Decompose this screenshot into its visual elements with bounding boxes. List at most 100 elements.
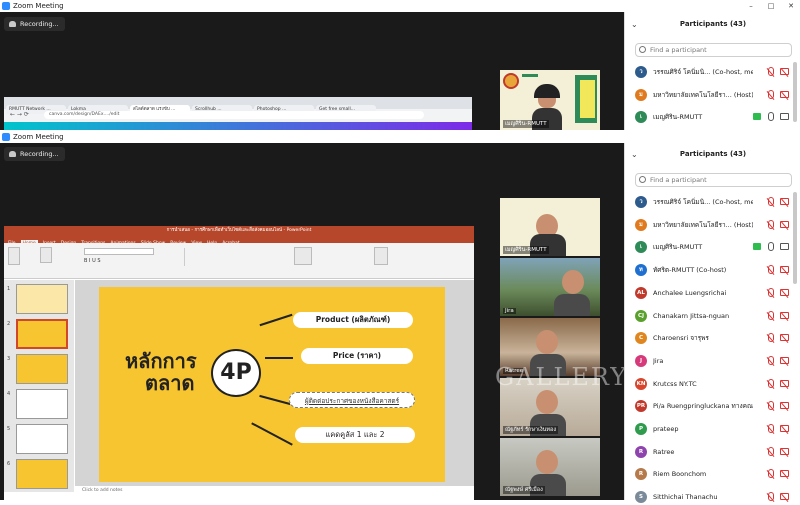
participant-row[interactable]: ม มหาวิทยาลัยเทคโนโลยีรา... (Host) (633, 217, 793, 233)
participant-avatar: เ (635, 111, 647, 124)
item-price[interactable]: Price (ราคา) (301, 348, 413, 364)
window-title: Zoom Meeting (13, 2, 64, 10)
slide-number: 1 (7, 286, 11, 292)
participant-avatar: CJ (635, 309, 647, 322)
participant-avatar: AL (635, 286, 647, 299)
participant-name: Riem Boonchom (653, 470, 707, 479)
participant-name: Ratree (653, 447, 675, 456)
video-on-icon[interactable] (753, 243, 761, 251)
mic-on-icon[interactable] (768, 242, 774, 252)
item-promotion[interactable]: แคดคูลัส 1 และ 2 (295, 427, 415, 443)
maximize-icon[interactable]: □ (762, 0, 780, 12)
search-placeholder-2: Find a participant (650, 176, 707, 184)
participant-avatar: KN (635, 377, 647, 390)
participant-row[interactable]: S Sitthichai Thanachu (633, 489, 793, 505)
arrow-price (265, 357, 293, 359)
participant-face (536, 450, 558, 474)
participant-row[interactable]: ม มหาวิทยาลัยเทคโนโลยีรา... (Host) (633, 87, 793, 103)
arrow-promotion (251, 422, 293, 446)
notes-placeholder[interactable]: Click to add notes (82, 488, 123, 493)
paragraph-group[interactable] (184, 248, 254, 266)
item-place-selected[interactable]: ผู้ติดต่อประกาศของหนังสือคาสตร์ (289, 392, 415, 408)
participant-row[interactable]: PR Pi/a Ruengpringluckana ทางคณะกรรม (633, 398, 793, 414)
slide-canvas[interactable]: หลักการ ตลาด 4P Product (ผลิตภัณฑ์) Pric… (99, 287, 445, 482)
participant-row[interactable]: C Charoensri จารุพร (633, 330, 793, 346)
participant-face (562, 270, 584, 294)
participant-row[interactable]: R Riem Boonchom (633, 466, 793, 482)
close-icon[interactable]: ✕ (782, 0, 800, 12)
participant-face (536, 330, 558, 354)
address-bar[interactable]: canva.com/design/DAEx..../edit (44, 111, 424, 119)
paste-button[interactable] (8, 247, 20, 265)
create-pdf-button[interactable] (374, 247, 388, 265)
participant-avatar: S (635, 491, 647, 504)
university-logo (503, 73, 519, 89)
recording-indicator[interactable]: Recording... (4, 17, 65, 31)
video-on-icon[interactable] (753, 113, 761, 121)
camera-icon[interactable] (780, 113, 789, 121)
banner-stripe (522, 74, 538, 77)
participants-scrollbar-top[interactable] (793, 62, 797, 122)
participant-avatar: ม (635, 88, 647, 101)
camera-icon[interactable] (780, 243, 789, 251)
speaker-thumbnail[interactable]: เมญศิริน-RMUTT (500, 70, 600, 130)
participant-name: วรรณศิริจ์ โคนิ่มนิ... (Co-host, me) (653, 68, 753, 76)
find-participant-input[interactable]: Find a participant (635, 43, 792, 57)
find-participant-input-2[interactable]: Find a participant (635, 173, 792, 187)
participant-avatar: C (635, 332, 647, 345)
participant-body (554, 294, 590, 316)
slide-thumbnail[interactable] (16, 319, 68, 349)
participant-name: Chanakarn Jittsa-nguan (653, 311, 730, 320)
participant-row[interactable]: AL Anchalee Luengsrichai (633, 285, 793, 301)
participant-avatar: ว (635, 196, 647, 208)
participants-title: Participants (43) (679, 20, 747, 28)
search-icon (639, 176, 646, 183)
zoom-titlebar: Zoom Meeting – □ ✕ (0, 0, 800, 12)
participant-row[interactable]: J Jira (633, 353, 793, 369)
slide-thumbnail[interactable] (16, 284, 68, 314)
minimize-icon[interactable]: – (742, 0, 760, 12)
new-slide-button[interactable] (40, 247, 52, 263)
shapes-button[interactable] (294, 247, 312, 265)
slide-number: 4 (7, 391, 11, 397)
participant-row[interactable]: เ เมญศิริน-RMUTT (633, 239, 793, 255)
participant-avatar: เ (635, 241, 647, 254)
participant-row[interactable]: ท ทัศริต-RMUTT (Co-host) (633, 262, 793, 278)
slide-thumbnail[interactable] (16, 389, 68, 419)
participant-avatar: P (635, 423, 647, 435)
slide-thumbnail[interactable] (16, 424, 68, 454)
participant-avatar: R (635, 445, 647, 458)
slide-thumbnail[interactable] (16, 459, 68, 489)
nav-back-icon[interactable]: ← → ⟳ (10, 111, 29, 118)
video-label: ณัฐภัทร์ รักษาเงินทอง (503, 426, 559, 434)
video-tile[interactable]: ณัฐพงษ์ ศรีเมือง (500, 438, 600, 496)
ppt-ribbon-tabs: FileHomeInsertDesignTransitionsAnimation… (4, 235, 474, 248)
participant-row[interactable]: ว วรรณศิริจ์ โคนิ่มนิ... (Co-host, me) (633, 64, 793, 80)
video-tile[interactable]: Jira (500, 258, 600, 316)
font-name-box[interactable] (84, 248, 154, 255)
slide-thumbnail[interactable] (16, 354, 68, 384)
recording-indicator-2[interactable]: Recording... (4, 147, 65, 161)
participants-title-2: Participants (43) (679, 150, 747, 158)
ppt-titlebar: การนำเสนอ - การศึกษาเพื่อทำเว็บไซต์และสื… (4, 226, 474, 235)
participants-scrollbar-bottom[interactable] (793, 192, 797, 284)
slide-heading: หลักการ ตลาด (125, 350, 197, 394)
window-title-2: Zoom Meeting (13, 133, 64, 141)
participant-row[interactable]: Pprateep (633, 421, 793, 437)
participant-row[interactable]: KN Krutcss NY.TC (633, 376, 793, 392)
participant-avatar: PR (635, 400, 647, 413)
mic-on-icon[interactable] (768, 112, 774, 122)
participant-name: Krutcss NY.TC (653, 379, 697, 388)
search-placeholder: Find a participant (650, 46, 707, 54)
participant-row[interactable]: R Ratree (633, 444, 793, 460)
participant-name: Jira (653, 356, 664, 365)
participant-row[interactable]: ว วรรณศิริจ์ โคนิ่มนิ... (Co-host, me) (633, 194, 793, 210)
recording-label: Recording... (20, 20, 59, 28)
video-label: Jira (503, 308, 516, 314)
zoom-titlebar-2: Zoom Meeting (0, 131, 800, 143)
font-format-buttons[interactable]: B I U S (84, 258, 174, 265)
participant-row[interactable]: เ เมญศิริน-RMUTT (633, 109, 793, 125)
participant-row[interactable]: CJ Chanakarn Jittsa-nguan (633, 308, 793, 324)
video-tile[interactable]: เมญศิริน-RMUTT (500, 198, 600, 256)
item-product[interactable]: Product (ผลิตภัณฑ์) (293, 312, 413, 328)
